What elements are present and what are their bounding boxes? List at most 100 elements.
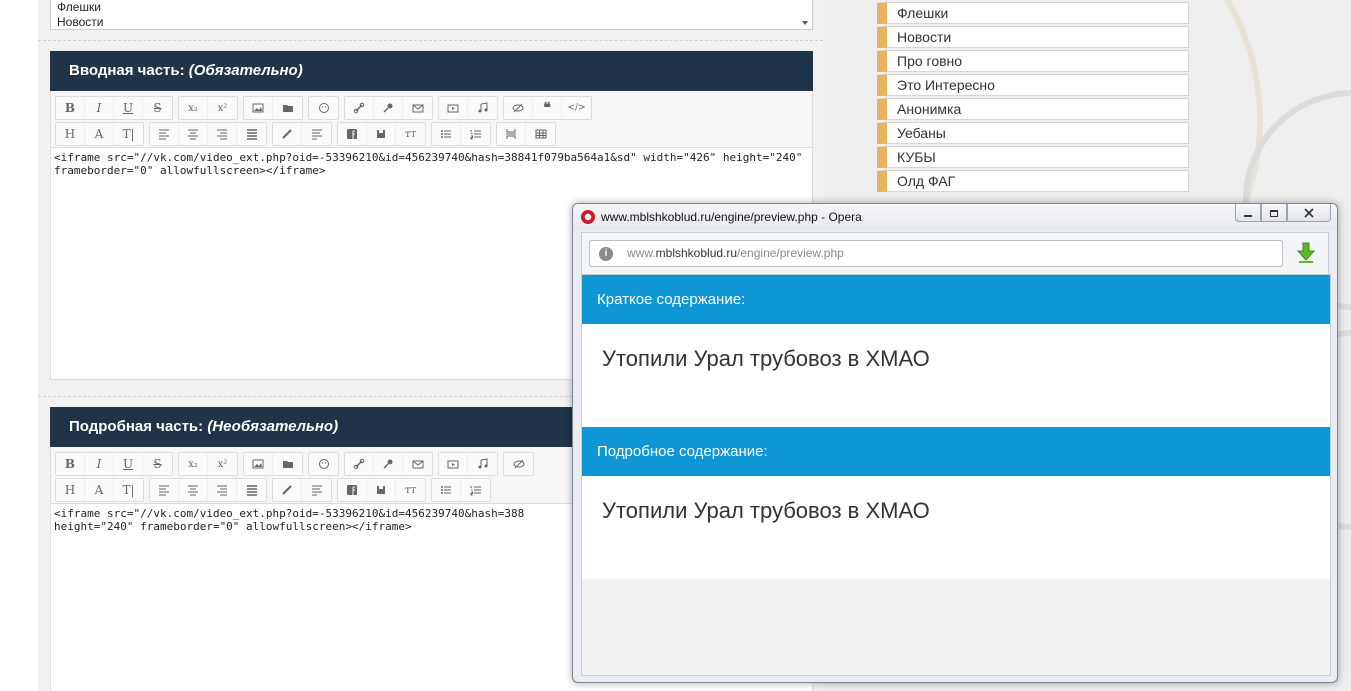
- address-bar[interactable]: i www.mblshkoblud.ru/engine/preview.php: [589, 240, 1283, 267]
- site-info-icon[interactable]: i: [599, 247, 613, 261]
- strike-button[interactable]: S: [143, 453, 172, 475]
- bold-button[interactable]: B: [56, 97, 85, 119]
- audio-icon[interactable]: [468, 97, 497, 119]
- bullet-list-icon[interactable]: [432, 123, 461, 145]
- preview-window: www.mblshkoblud.ru/engine/preview.php - …: [572, 203, 1338, 683]
- sidebar-item[interactable]: Флешки: [877, 2, 1189, 24]
- key-icon[interactable]: [374, 97, 403, 119]
- align-right-icon[interactable]: [208, 479, 237, 501]
- bullet-list-icon[interactable]: [432, 479, 461, 501]
- code-icon[interactable]: </>: [562, 97, 591, 119]
- image-icon[interactable]: [244, 97, 273, 119]
- link-icon[interactable]: [345, 453, 374, 475]
- superscript-button[interactable]: x²: [208, 97, 237, 119]
- short-content-text: Утопили Урал трубовоз в ХМАО: [582, 324, 1330, 427]
- save-icon[interactable]: [367, 123, 396, 145]
- link-icon[interactable]: [345, 97, 374, 119]
- underline-button[interactable]: U: [114, 453, 143, 475]
- image-icon[interactable]: [244, 453, 273, 475]
- font-size-icon[interactable]: тT: [396, 123, 425, 145]
- text-format-button[interactable]: T|: [114, 479, 143, 501]
- video-icon[interactable]: [439, 453, 468, 475]
- heading-button[interactable]: H: [56, 479, 85, 501]
- align-justify-icon[interactable]: [237, 479, 266, 501]
- sidebar-item[interactable]: КУБЫ: [877, 146, 1189, 168]
- sidebar-item[interactable]: Про говно: [877, 50, 1189, 72]
- folder-icon[interactable]: [273, 453, 302, 475]
- sidebar-item[interactable]: Уебаны: [877, 122, 1189, 144]
- key-icon[interactable]: [374, 453, 403, 475]
- category-option[interactable]: Новости: [51, 15, 812, 29]
- align-left-icon[interactable]: [150, 479, 179, 501]
- facebook-icon[interactable]: [338, 123, 367, 145]
- restore-button[interactable]: [1261, 204, 1287, 222]
- page-break-icon[interactable]: [497, 123, 526, 145]
- align-left-icon[interactable]: [150, 123, 179, 145]
- window-title: www.mblshkoblud.ru/engine/preview.php - …: [601, 210, 862, 224]
- sidebar-item[interactable]: Это Интересно: [877, 74, 1189, 96]
- close-icon: [1304, 207, 1314, 218]
- font-button[interactable]: A: [85, 123, 114, 145]
- minimize-icon: [1244, 214, 1252, 217]
- sidebar-item[interactable]: Олд ФАГ: [877, 170, 1189, 192]
- folder-icon[interactable]: [273, 97, 302, 119]
- video-icon[interactable]: [439, 97, 468, 119]
- superscript-button[interactable]: x²: [208, 453, 237, 475]
- full-content-heading: Подробное содержание:: [582, 427, 1330, 476]
- italic-button[interactable]: I: [85, 97, 114, 119]
- strike-button[interactable]: S: [143, 97, 172, 119]
- facebook-icon[interactable]: [338, 479, 367, 501]
- scroll-down-icon[interactable]: [802, 21, 808, 25]
- smile-icon[interactable]: [309, 453, 338, 475]
- italic-button[interactable]: I: [85, 453, 114, 475]
- close-button[interactable]: [1287, 204, 1331, 222]
- bullet-marker: [877, 27, 887, 48]
- window-controls: [1235, 204, 1331, 222]
- minimize-button[interactable]: [1235, 204, 1261, 222]
- bullet-marker: [877, 99, 887, 120]
- bullet-marker: [877, 147, 887, 168]
- pen-icon[interactable]: [273, 479, 302, 501]
- subscript-button[interactable]: x₂: [179, 97, 208, 119]
- sidebar-item[interactable]: Новости: [877, 26, 1189, 48]
- sidebar-item[interactable]: Анонимка: [877, 98, 1189, 120]
- font-size-icon[interactable]: тT: [396, 479, 425, 501]
- align-right-icon[interactable]: [208, 123, 237, 145]
- list-lines-icon[interactable]: [302, 123, 331, 145]
- heading-button[interactable]: H: [56, 123, 85, 145]
- bold-button[interactable]: B: [56, 453, 85, 475]
- subscript-button[interactable]: x₂: [179, 453, 208, 475]
- section-title: Вводная часть: (Обязательно): [50, 51, 813, 91]
- align-justify-icon[interactable]: [237, 123, 266, 145]
- hide-icon[interactable]: [504, 97, 533, 119]
- numbered-list-icon[interactable]: [461, 123, 490, 145]
- address-toolbar: i www.mblshkoblud.ru/engine/preview.php: [581, 232, 1329, 274]
- bullet-marker: [877, 75, 887, 96]
- align-center-icon[interactable]: [179, 123, 208, 145]
- editor-toolbar: B I U S x₂ x²: [50, 91, 813, 147]
- mail-icon[interactable]: [403, 453, 432, 475]
- mail-icon[interactable]: [403, 97, 432, 119]
- underline-button[interactable]: U: [114, 97, 143, 119]
- category-option[interactable]: Флешки: [51, 0, 812, 15]
- list-lines-icon[interactable]: [302, 479, 331, 501]
- short-content-heading: Краткое содержание:: [582, 275, 1330, 324]
- hide-icon[interactable]: [504, 453, 533, 475]
- quote-icon[interactable]: ❝: [533, 97, 562, 119]
- divider: [38, 40, 823, 41]
- save-icon[interactable]: [367, 479, 396, 501]
- bullet-marker: [877, 171, 887, 192]
- text-format-button[interactable]: T|: [114, 123, 143, 145]
- numbered-list-icon[interactable]: [461, 479, 490, 501]
- window-titlebar[interactable]: www.mblshkoblud.ru/engine/preview.php - …: [573, 204, 1337, 230]
- category-select[interactable]: Флешки Новости: [50, 0, 813, 30]
- url-text[interactable]: www.mblshkoblud.ru/engine/preview.php: [627, 246, 844, 260]
- audio-icon[interactable]: [468, 453, 497, 475]
- bullet-marker: [877, 51, 887, 72]
- table-icon[interactable]: [526, 123, 555, 145]
- smile-icon[interactable]: [309, 97, 338, 119]
- align-center-icon[interactable]: [179, 479, 208, 501]
- pen-icon[interactable]: [273, 123, 302, 145]
- font-button[interactable]: A: [85, 479, 114, 501]
- download-arrow-icon[interactable]: [1296, 242, 1316, 264]
